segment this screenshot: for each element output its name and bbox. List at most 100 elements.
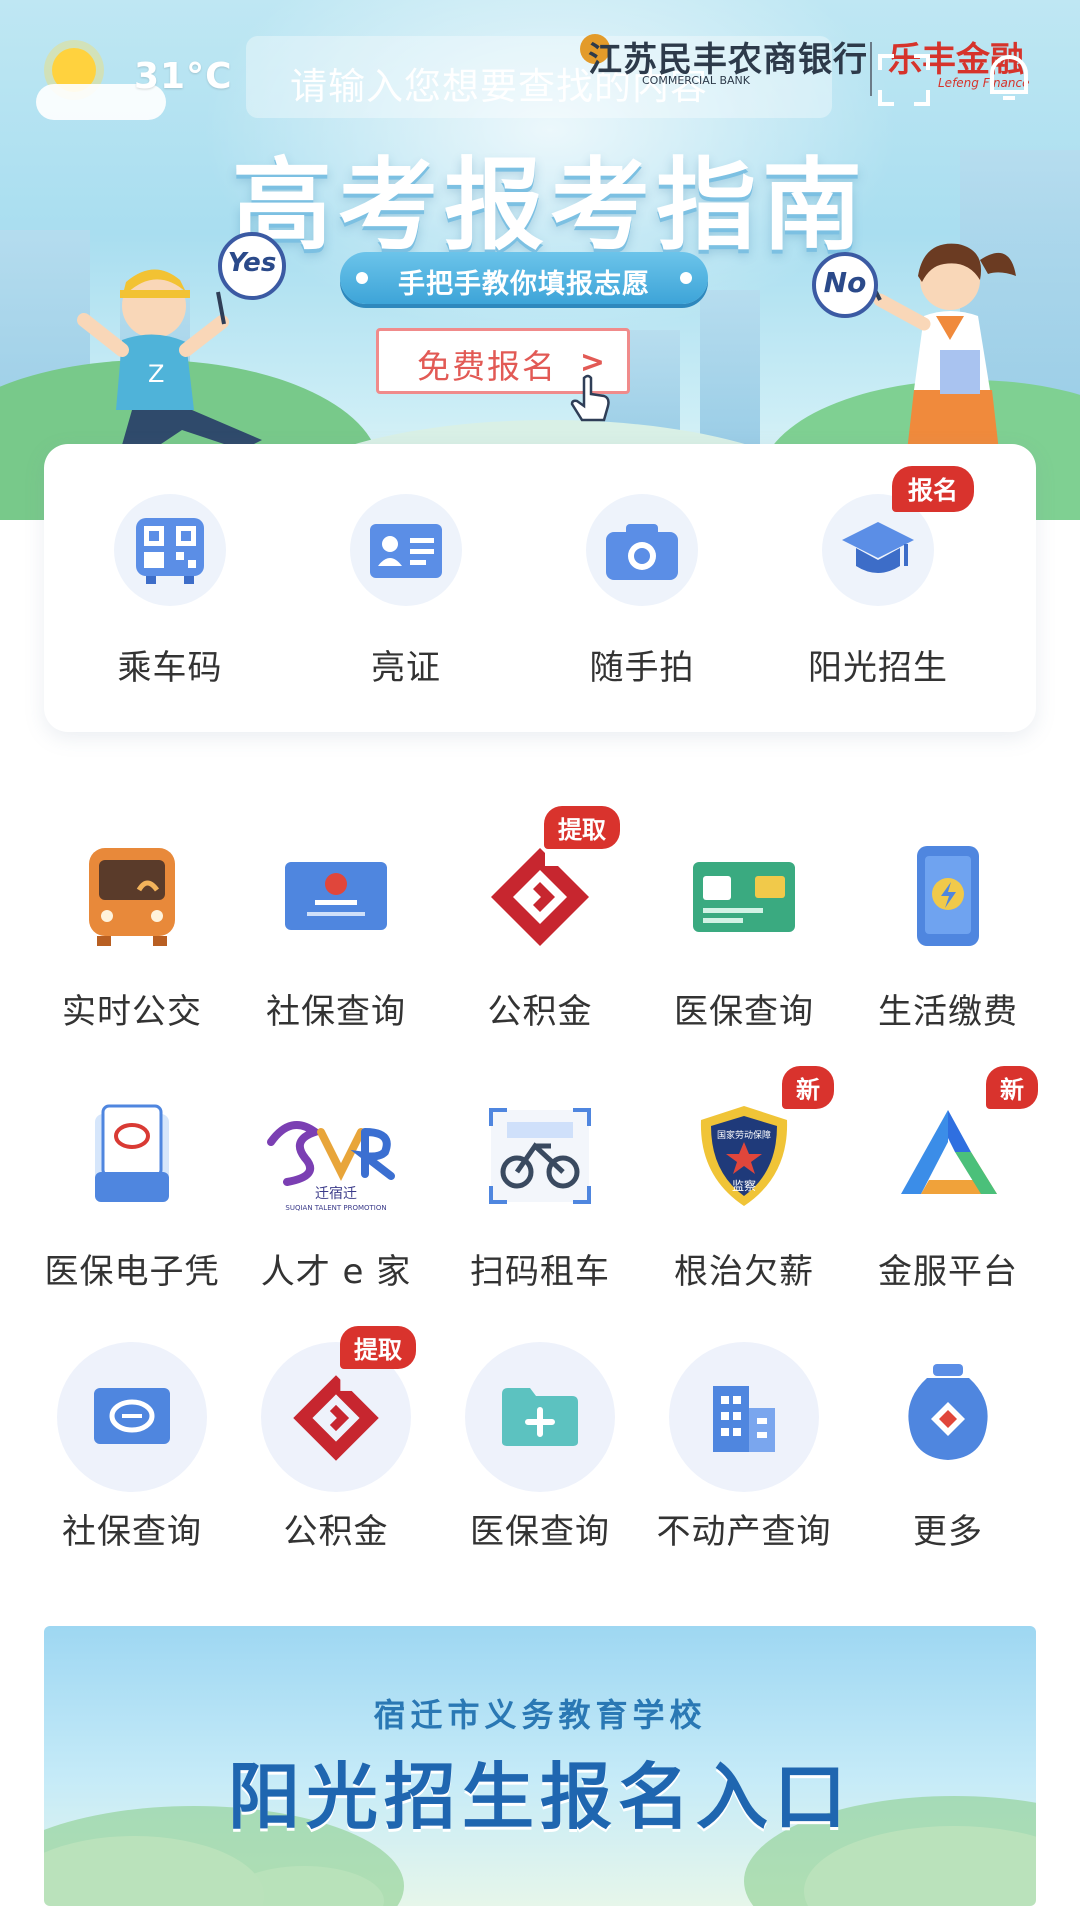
service-item-scan-bike[interactable]: 扫码租车 (438, 1102, 642, 1293)
svc-icon-wrap (77, 842, 187, 952)
temperature: 31°C (134, 56, 233, 97)
svg-text:Z: Z (148, 360, 164, 388)
service-item-housing-fund-2[interactable]: 公积金 (234, 1342, 438, 1553)
svc-icon-wrap (281, 842, 391, 952)
svc-icon-wrap (485, 1102, 595, 1212)
service-item-medical-insurance-2[interactable]: 医保查询 (438, 1342, 642, 1553)
sc-circle (114, 494, 226, 606)
service-item-housing-fund[interactable]: 公积金 (438, 842, 642, 1033)
no-sign: No (812, 252, 878, 318)
service-item-medical-voucher[interactable]: 医保电子凭 (30, 1102, 234, 1293)
shortcut-item-bus-code[interactable]: 乘车码 (52, 494, 288, 689)
more-jar-icon (908, 1364, 988, 1460)
folder-plus-icon (502, 1388, 578, 1446)
si-circle-icon (94, 1388, 170, 1444)
service-label: 公积金 (283, 1512, 389, 1552)
hero-subtitle-pill: 手把手教你填报志愿 (340, 252, 708, 304)
divider (870, 42, 872, 96)
yes-sign: Yes (218, 232, 286, 300)
shortcut-label: 亮证 (371, 648, 441, 688)
svc-icon-wrap (57, 1342, 207, 1492)
enrollment-promo-banner[interactable]: 宿迁市义务教育学校 阳光招生报名入口 (44, 1626, 1036, 1906)
medical-voucher-icon (95, 1104, 169, 1202)
talent-logo-en: SUQIAN TALENT PROMOTION (285, 1204, 386, 1212)
service-label: 公积金 (487, 992, 593, 1032)
camera-icon (606, 524, 678, 580)
service-item-talent-home[interactable]: 迁宿迁 SUQIAN TALENT PROMOTION 人才 e 家 (234, 1102, 438, 1293)
hero-banner[interactable]: 31°C 请输入您想要查找的内容 江苏民丰农商银行 COMMERCIAL BAN… (0, 0, 1080, 520)
svc-icon-wrap (893, 842, 1003, 952)
new-badge: 新 (782, 1066, 834, 1109)
id-card-icon (370, 524, 442, 578)
scan-icon[interactable] (878, 54, 930, 106)
promo-subtitle: 宿迁市义务教育学校 (373, 1696, 707, 1734)
svc-icon-wrap: 迁宿迁 SUQIAN TALENT PROMOTION (267, 1102, 395, 1212)
withdraw-badge: 提取 (340, 1326, 416, 1369)
service-label: 社保查询 (266, 992, 406, 1032)
finance-platform-icon (901, 1110, 997, 1194)
hand-pointer-icon (570, 374, 610, 422)
graduation-cap-icon (842, 522, 914, 573)
housing-fund-circle-icon (293, 1375, 379, 1461)
building (700, 290, 760, 450)
svc-icon-wrap (669, 1342, 819, 1492)
wage-badge-text: 国家劳动保障 (717, 1129, 771, 1141)
service-item-medical-insurance[interactable]: 医保查询 (642, 842, 846, 1033)
shortcut-label: 乘车码 (117, 648, 223, 688)
service-item-social-security-2[interactable]: 社保查询 (30, 1342, 234, 1553)
bus-icon (89, 848, 175, 946)
social-security-card-icon (285, 862, 387, 930)
bank-name-en: COMMERCIAL BANK (642, 74, 750, 87)
building-icon (713, 1386, 775, 1452)
talent-logo-text: 迁宿迁 (315, 1185, 357, 1202)
wage-badge-main: 监察 (732, 1179, 756, 1193)
service-label: 扫码租车 (470, 1252, 610, 1292)
service-item-wage-arrears[interactable]: 国家劳动保障 监察 根治欠薪 (642, 1102, 846, 1293)
svc-icon-wrap (485, 842, 595, 952)
service-item-utility-payment[interactable]: 生活缴费 (846, 842, 1050, 1033)
withdraw-badge: 提取 (544, 806, 620, 849)
svc-icon-wrap (77, 1102, 187, 1212)
svc-icon-wrap: 国家劳动保障 监察 (689, 1102, 799, 1212)
yes-sign-label: Yes (227, 248, 277, 278)
service-label: 医保查询 (674, 992, 814, 1032)
shortcut-item-show-id[interactable]: 亮证 (288, 494, 524, 689)
svc-icon-wrap (893, 1102, 1003, 1212)
sc-circle (586, 494, 698, 606)
signup-badge: 报名 (892, 466, 975, 512)
shortcut-item-enrollment[interactable]: 阳光招生 (760, 494, 996, 689)
shortcut-item-snapshot[interactable]: 随手拍 (524, 494, 760, 689)
service-item-finance-platform[interactable]: 金服平台 (846, 1102, 1050, 1293)
shortcut-card: 乘车码 亮证 随手拍 阳光招生 报名 (44, 444, 1036, 732)
signup-label: 免费报名 (417, 347, 557, 386)
wage-supervision-badge-icon: 国家劳动保障 监察 (700, 1106, 788, 1206)
no-sign-label: No (823, 266, 867, 299)
qr-bus-icon (136, 518, 204, 584)
service-label: 不动产查询 (656, 1512, 832, 1552)
sc-circle (350, 494, 462, 606)
svc-icon-wrap (465, 1342, 615, 1492)
girl-illustration (868, 243, 1016, 460)
service-label: 医保电子凭 (44, 1252, 220, 1292)
new-badge: 新 (986, 1066, 1038, 1109)
promo-title: 阳光招生报名入口 (227, 1755, 852, 1839)
hero-subtitle: 手把手教你填报志愿 (398, 269, 650, 300)
talent-logo-icon: 迁宿迁 SUQIAN TALENT PROMOTION (267, 1120, 395, 1212)
service-item-more[interactable]: 更多 (846, 1362, 1050, 1553)
shortcut-label: 随手拍 (589, 648, 695, 688)
service-label: 金服平台 (878, 1252, 1018, 1292)
hero-title: 高考报考指南 (232, 147, 868, 264)
service-label: 生活缴费 (878, 992, 1018, 1032)
message-icon[interactable] (984, 52, 1034, 104)
shortcut-label: 阳光招生 (808, 648, 948, 688)
svc-icon-wrap (689, 842, 799, 952)
service-item-realtime-bus[interactable]: 实时公交 (30, 842, 234, 1033)
service-item-real-estate[interactable]: 不动产查询 (642, 1342, 846, 1553)
service-label: 根治欠薪 (674, 1252, 814, 1292)
bike-scan-icon (489, 1108, 591, 1204)
service-item-social-security[interactable]: 社保查询 (234, 842, 438, 1033)
service-label: 社保查询 (62, 1512, 202, 1552)
service-label: 更多 (913, 1512, 983, 1552)
medical-card-icon (693, 862, 795, 932)
svc-icon-wrap (893, 1362, 1003, 1472)
